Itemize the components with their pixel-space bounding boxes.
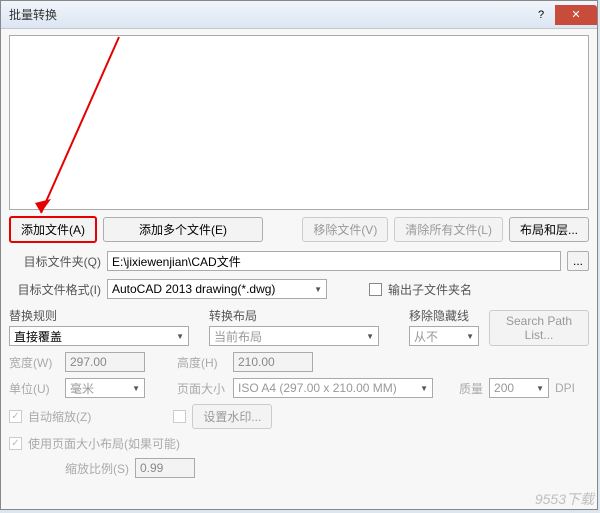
width-input — [65, 352, 145, 372]
quality-label: 质量 — [459, 380, 483, 397]
replace-rule-select[interactable]: 直接覆盖 — [9, 326, 189, 346]
set-watermark-button: 设置水印... — [192, 404, 272, 429]
browse-button[interactable]: ... — [567, 251, 589, 271]
target-format-row: 目标文件格式(I) AutoCAD 2013 drawing(*.dwg) 输出… — [9, 279, 589, 299]
remove-hidden-label: 移除隐藏线 — [409, 307, 479, 324]
use-page-layout-label: 使用页面大小布局(如果可能) — [28, 435, 180, 452]
options-columns: 替换规则 直接覆盖 转换布局 当前布局 移除隐藏线 从不 Search Path… — [9, 307, 589, 346]
add-file-button[interactable]: 添加文件(A) — [9, 216, 97, 243]
titlebar: 批量转换 ? ✕ — [1, 1, 597, 29]
watermark-checkbox — [173, 410, 186, 423]
unit-select: 毫米 — [65, 378, 145, 398]
remove-hidden-select: 从不 — [409, 326, 479, 346]
auto-scale-checkbox: ✓ — [9, 410, 22, 423]
search-path-button: Search Path List... — [489, 310, 589, 346]
window-buttons: ? ✕ — [527, 5, 597, 25]
close-button[interactable]: ✕ — [555, 5, 597, 25]
page-size-select: ISO A4 (297.00 x 210.00 MM) — [233, 378, 433, 398]
convert-layout-select: 当前布局 — [209, 326, 379, 346]
file-list[interactable] — [9, 35, 589, 210]
content-area: 添加文件(A) 添加多个文件(E) 移除文件(V) 清除所有文件(L) 布局和层… — [1, 29, 597, 486]
clear-all-button: 清除所有文件(L) — [394, 217, 503, 242]
scale-ratio-label: 缩放比例(S) — [65, 460, 129, 477]
dimension-grid: 宽度(W) 高度(H) 单位(U) 毫米 页面大小 ISO A4 (297.00… — [9, 352, 589, 478]
target-folder-input[interactable] — [107, 251, 561, 271]
use-page-layout-checkbox: ✓ — [9, 437, 22, 450]
file-button-row: 添加文件(A) 添加多个文件(E) 移除文件(V) 清除所有文件(L) 布局和层… — [9, 216, 589, 243]
dpi-label: DPI — [555, 381, 575, 395]
unit-label: 单位(U) — [9, 380, 59, 397]
output-subfolder-checkbox[interactable] — [369, 283, 382, 296]
height-label: 高度(H) — [177, 354, 227, 371]
width-label: 宽度(W) — [9, 354, 59, 371]
page-size-label: 页面大小 — [177, 380, 227, 397]
dialog-window: 批量转换 ? ✕ 添加文件(A) 添加多个文件(E) 移除文件(V) 清除所有文… — [0, 0, 598, 510]
target-format-select[interactable]: AutoCAD 2013 drawing(*.dwg) — [107, 279, 327, 299]
add-multi-button[interactable]: 添加多个文件(E) — [103, 217, 263, 242]
layout-layers-button[interactable]: 布局和层... — [509, 217, 589, 242]
output-subfolder-label: 输出子文件夹名 — [388, 281, 472, 298]
height-input — [233, 352, 313, 372]
help-button[interactable]: ? — [527, 5, 555, 25]
target-folder-row: 目标文件夹(Q) ... — [9, 251, 589, 271]
window-title: 批量转换 — [9, 6, 57, 23]
target-format-label: 目标文件格式(I) — [9, 281, 101, 298]
convert-layout-label: 转换布局 — [209, 307, 389, 324]
quality-select: 200 — [489, 378, 549, 398]
auto-scale-label: 自动缩放(Z) — [28, 408, 91, 425]
replace-rule-label: 替换规则 — [9, 307, 189, 324]
remove-file-button: 移除文件(V) — [302, 217, 388, 242]
target-folder-label: 目标文件夹(Q) — [9, 253, 101, 270]
scale-ratio-input — [135, 458, 195, 478]
